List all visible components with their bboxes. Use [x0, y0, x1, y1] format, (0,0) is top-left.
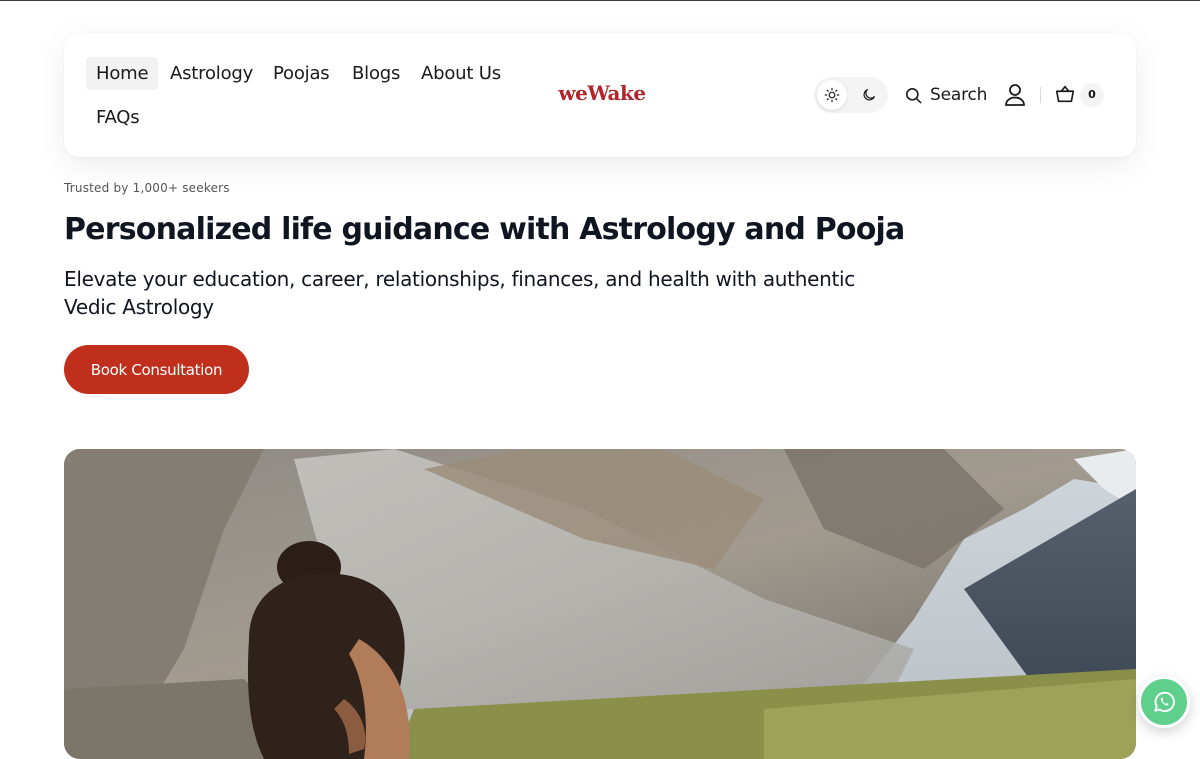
sun-icon	[824, 87, 840, 103]
header-divider	[1040, 87, 1041, 103]
search-label: Search	[930, 85, 988, 105]
nav-item-astrology[interactable]: Astrology	[160, 57, 263, 90]
search-button[interactable]: Search	[904, 81, 987, 109]
hero-image-illustration	[64, 449, 1136, 759]
trusted-badge: Trusted by 1,000+ seekers	[64, 181, 230, 195]
window-top-border	[0, 0, 1200, 1]
light-mode-button[interactable]	[817, 80, 847, 110]
nav-item-about-us[interactable]: About Us	[411, 57, 511, 90]
hero-image	[64, 449, 1136, 759]
basket-icon	[1055, 85, 1075, 103]
site-header: Home Astrology Poojas Blogs About Us FAQ…	[64, 33, 1136, 157]
hero-headline: Personalized life guidance with Astrolog…	[64, 212, 905, 247]
cart-count-badge: 0	[1080, 83, 1104, 107]
whatsapp-icon	[1154, 691, 1175, 713]
moon-icon	[863, 89, 875, 101]
nav-item-blogs[interactable]: Blogs	[342, 57, 410, 90]
cart-button[interactable]	[1054, 83, 1078, 107]
user-icon	[1005, 84, 1025, 106]
dark-mode-button[interactable]	[854, 80, 884, 110]
nav-item-poojas[interactable]: Poojas	[263, 57, 339, 90]
brand-logo[interactable]: weWake	[557, 81, 647, 109]
whatsapp-chat-button[interactable]	[1138, 676, 1190, 728]
nav-item-faqs[interactable]: FAQs	[86, 101, 149, 134]
theme-toggle	[814, 77, 888, 113]
book-consultation-button[interactable]: Book Consultation	[64, 345, 249, 394]
account-button[interactable]	[1004, 83, 1026, 107]
hero-subheadline: Elevate your education, career, relation…	[64, 267, 855, 319]
search-icon	[905, 87, 922, 103]
nav-item-home[interactable]: Home	[86, 57, 159, 90]
brand-logo-text: weWake	[558, 81, 646, 105]
